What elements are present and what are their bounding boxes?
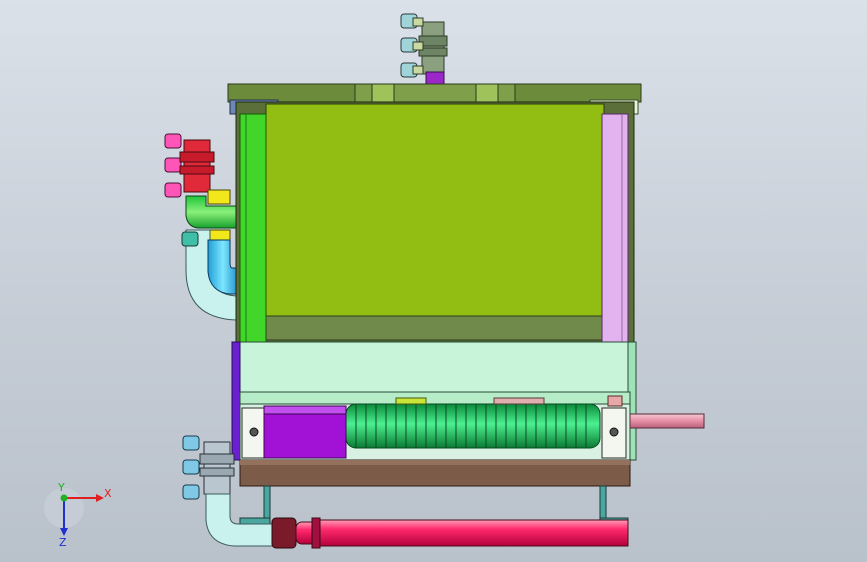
y-axis-dot — [60, 494, 68, 502]
z-axis-label: Z — [59, 536, 67, 549]
x-axis-label: X — [104, 487, 112, 500]
base-plate[interactable] — [239, 459, 631, 487]
tank[interactable] — [235, 101, 635, 343]
y-axis-label: Y — [57, 481, 65, 494]
cad-model[interactable]: X Y Z — [0, 0, 867, 562]
coordinate-triad: X Y Z — [44, 481, 112, 549]
z-axis-arrow — [60, 528, 68, 536]
cad-viewport[interactable]: X Y Z — [0, 0, 867, 562]
left-lower-valve[interactable] — [182, 435, 235, 500]
right-post[interactable] — [601, 113, 629, 343]
left-elbow-pipe[interactable] — [181, 195, 241, 321]
top-valve[interactable] — [400, 13, 448, 87]
red-pipe[interactable] — [271, 517, 629, 549]
base-brackets — [239, 485, 629, 525]
x-axis-arrow — [96, 494, 104, 502]
left-post[interactable] — [239, 113, 267, 343]
motor-block[interactable] — [263, 405, 347, 459]
